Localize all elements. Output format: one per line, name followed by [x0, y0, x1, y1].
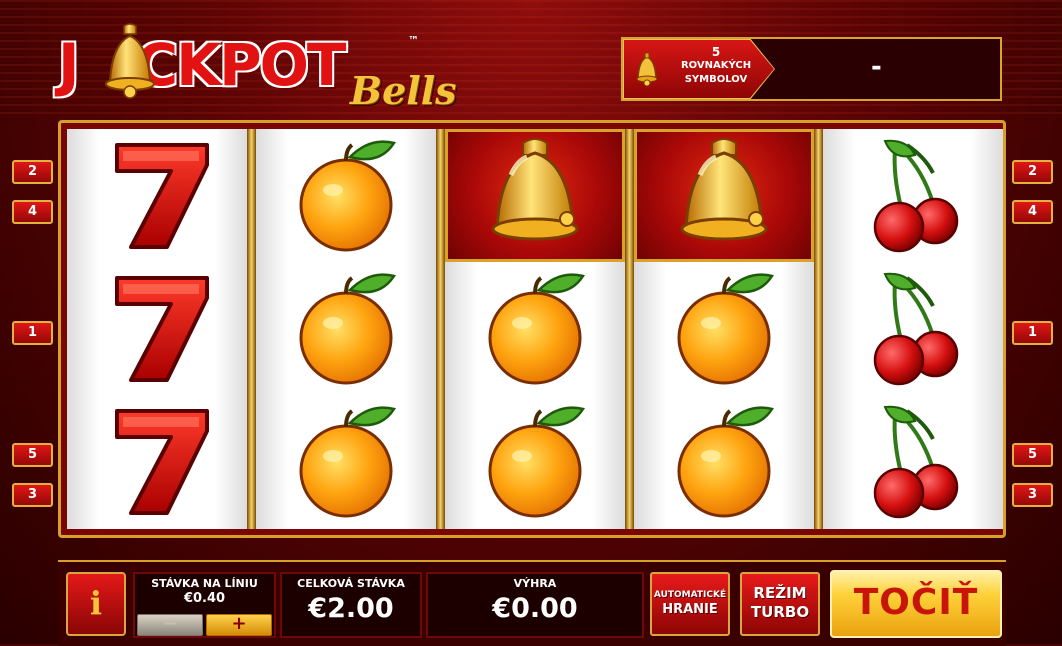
reel-divider [436, 129, 445, 529]
autoplay-label-line1: AUTOMATICKÉ [653, 590, 727, 600]
turbo-label-line1: REŽIM [753, 584, 807, 602]
bet-per-line-value: €0.40 [183, 591, 226, 606]
reels-area [58, 120, 1006, 538]
cherry-symbol [823, 129, 1003, 262]
seven-symbol [67, 129, 247, 262]
cherry-icon [873, 272, 959, 386]
jackpot-condition-line2: SYMBOLOV [684, 74, 748, 85]
bell-symbol [445, 129, 625, 262]
orange-icon [677, 406, 774, 518]
orange-symbol [256, 395, 436, 528]
autoplay-button[interactable]: AUTOMATICKÉ HRANIE [650, 572, 730, 636]
logo-bell-icon [105, 23, 155, 99]
total-bet-panel: CELKOVÁ STÁVKA €2.00 [280, 572, 422, 638]
bet-per-line-label: STÁVKA NA LÍNIU [151, 577, 258, 590]
total-bet-label: CELKOVÁ STÁVKA [297, 577, 405, 590]
payline-marker-right-5[interactable]: 5 [1012, 443, 1053, 467]
spin-button[interactable]: TOČIŤ [830, 570, 1002, 638]
payline-marker-left-3[interactable]: 3 [12, 483, 53, 507]
orange-icon [299, 406, 396, 518]
orange-symbol [634, 395, 814, 528]
payline-marker-right-3[interactable]: 3 [1012, 483, 1053, 507]
reel-5 [823, 129, 1003, 529]
total-bet-value: €2.00 [308, 593, 394, 624]
bell-icon [680, 138, 768, 241]
turbo-label-line2: TURBO [750, 603, 810, 621]
seven-symbol [67, 395, 247, 528]
bell-symbol [634, 129, 814, 262]
bet-increase-button[interactable]: + [206, 614, 272, 636]
orange-symbol [445, 395, 625, 528]
cherry-symbol [823, 395, 1003, 528]
orange-icon [488, 406, 585, 518]
game-logo: J CKPOT ™ Bells [58, 22, 498, 122]
logo-title-rest: CKPOT [135, 31, 347, 99]
jackpot-value: - [871, 52, 882, 82]
payline-marker-left-4[interactable]: 4 [12, 200, 53, 224]
orange-symbol [634, 262, 814, 395]
orange-icon [677, 273, 774, 385]
bell-icon [636, 52, 658, 87]
reel-divider [247, 129, 256, 529]
reel-4 [634, 129, 814, 529]
autoplay-label-line2: HRANIE [662, 602, 718, 617]
orange-symbol [256, 262, 436, 395]
jackpot-condition-badge: 5 ROVNAKÝCH SYMBOLOV [624, 40, 774, 98]
payline-marker-left-1[interactable]: 1 [12, 321, 53, 345]
bell-icon [491, 138, 579, 241]
reel-1 [67, 129, 247, 529]
reel-divider [814, 129, 823, 529]
cherry-symbol [823, 262, 1003, 395]
jackpot-info-panel: 5 ROVNAKÝCH SYMBOLOV - [621, 37, 1002, 101]
win-value: €0.00 [492, 593, 578, 624]
orange-icon [299, 140, 396, 252]
reel-2 [256, 129, 436, 529]
logo-trademark: ™ [408, 34, 419, 47]
seven-symbol [67, 262, 247, 395]
payline-marker-right-2[interactable]: 2 [1012, 160, 1053, 184]
logo-subtitle: Bells [350, 68, 457, 113]
orange-icon [299, 273, 396, 385]
win-label: VÝHRA [513, 577, 557, 590]
payline-marker-left-2[interactable]: 2 [12, 160, 53, 184]
info-button[interactable]: i [66, 572, 126, 636]
seven-icon [115, 276, 209, 382]
orange-symbol [445, 262, 625, 395]
turbo-mode-button[interactable]: REŽIM TURBO [740, 572, 820, 636]
jackpot-condition-line1: ROVNAKÝCH [680, 60, 752, 71]
cherry-icon [873, 139, 959, 253]
reel-divider [625, 129, 634, 529]
logo-letter-j: J [58, 31, 80, 99]
seven-icon [115, 143, 209, 249]
payline-marker-left-5[interactable]: 5 [12, 443, 53, 467]
payline-marker-right-4[interactable]: 4 [1012, 200, 1053, 224]
bet-decrease-button[interactable]: − [137, 614, 203, 636]
seven-icon [115, 409, 209, 515]
orange-icon [488, 273, 585, 385]
reel-3 [445, 129, 625, 529]
jackpot-symbol-count: 5 [711, 45, 721, 59]
cherry-icon [873, 405, 959, 519]
orange-symbol [256, 129, 436, 262]
payline-marker-right-1[interactable]: 1 [1012, 321, 1053, 345]
win-panel: VÝHRA €0.00 [426, 572, 644, 638]
